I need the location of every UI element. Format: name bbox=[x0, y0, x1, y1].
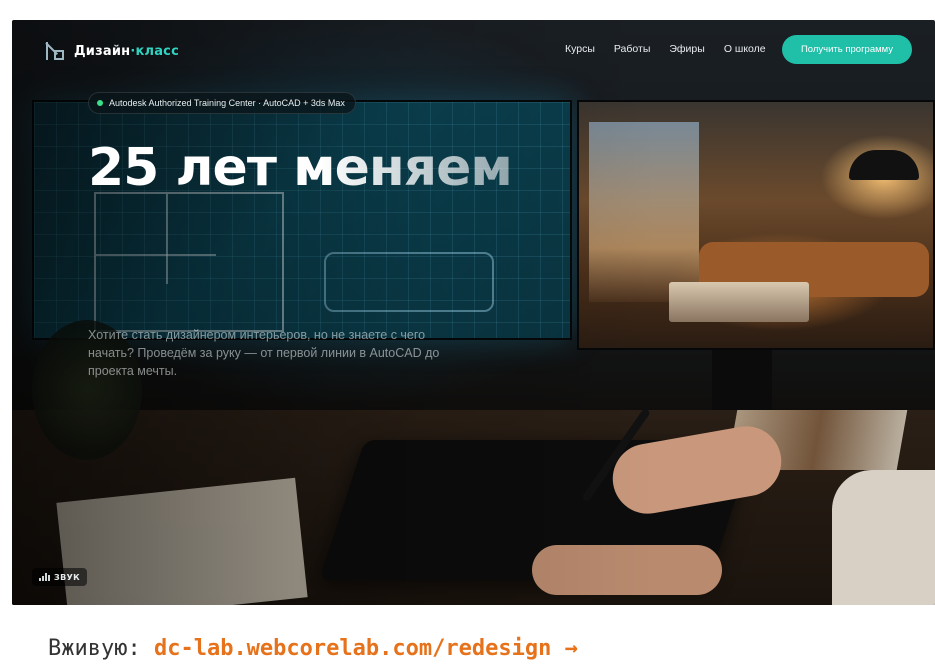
live-dot-icon bbox=[97, 100, 103, 106]
sound-bars-icon bbox=[39, 573, 50, 581]
nav-item-about[interactable]: О школе bbox=[724, 43, 766, 55]
get-program-button[interactable]: Получить программу bbox=[782, 35, 912, 64]
sound-toggle[interactable]: ЗВУК bbox=[32, 568, 88, 586]
logo-mark-icon bbox=[44, 40, 66, 62]
hero-screenshot: Дизайн·класс Курсы Работы Эфиры О школе … bbox=[12, 20, 935, 605]
sound-label: ЗВУК bbox=[54, 572, 81, 582]
nav-item-works[interactable]: Работы bbox=[614, 43, 650, 55]
arrow-right-icon: → bbox=[564, 636, 578, 661]
hero-lead: Хотите стать дизайнером интерьеров, но н… bbox=[88, 328, 440, 378]
nav-item-streams[interactable]: Эфиры bbox=[669, 43, 704, 55]
main-menu: Курсы Работы Эфиры О школе bbox=[565, 43, 766, 55]
hero-headline: 25 лет меняем bbox=[88, 138, 513, 198]
badge-text: Autodesk Authorized Training Center · Au… bbox=[109, 98, 345, 108]
live-caption: Вживую: dc-lab.webcorelab.com/redesign → bbox=[48, 636, 578, 661]
authorized-badge: Autodesk Authorized Training Center · Au… bbox=[88, 92, 356, 114]
top-nav: Дизайн·класс Курсы Работы Эфиры О школе … bbox=[12, 20, 935, 80]
brand-name: Дизайн·класс bbox=[74, 43, 179, 59]
live-link[interactable]: dc-lab.webcorelab.com/redesign → bbox=[154, 636, 578, 661]
nav-item-courses[interactable]: Курсы bbox=[565, 43, 595, 55]
caption-prefix: Вживую: bbox=[48, 636, 141, 661]
brand-logo[interactable]: Дизайн·класс bbox=[44, 40, 179, 62]
